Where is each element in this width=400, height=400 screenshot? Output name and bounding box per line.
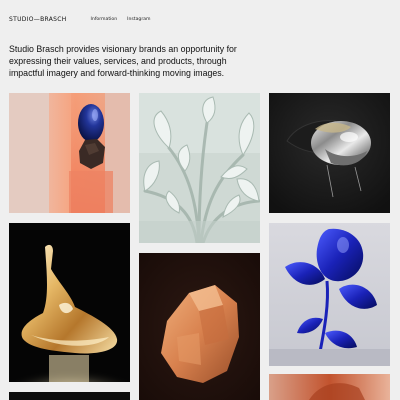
project-tile[interactable] [269, 93, 390, 213]
site-logo[interactable]: STUDIO—BRASCH [9, 16, 67, 23]
orange-abstract-image [269, 374, 390, 400]
site-header: STUDIO—BRASCH Information Instagram [9, 14, 391, 24]
project-tile[interactable] [9, 392, 130, 400]
blue-egg-on-rock-image [9, 93, 130, 213]
blue-flower-sculpture-image [269, 223, 390, 366]
golden-liquid-sculpture-image [9, 223, 130, 382]
main-nav: Information Instagram [91, 17, 151, 22]
chrome-helmet-image [269, 93, 390, 213]
nav-information-link[interactable]: Information [91, 17, 118, 22]
project-tile[interactable] [269, 374, 390, 400]
project-tile[interactable] [9, 223, 130, 382]
nav-instagram-link[interactable]: Instagram [127, 17, 150, 22]
dark-image [9, 392, 130, 400]
intro-text: Studio Brasch provides visionary brands … [9, 44, 237, 78]
project-tile[interactable] [9, 93, 130, 213]
project-tile[interactable] [139, 253, 260, 400]
frosted-plant-image [139, 93, 260, 243]
project-tile[interactable] [139, 93, 260, 243]
project-tile[interactable] [269, 223, 390, 366]
orange-rock-image [139, 253, 260, 400]
